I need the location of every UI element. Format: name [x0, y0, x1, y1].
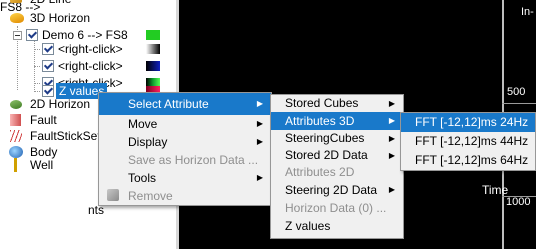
attributes-3d-submenu: FFT [-12,12]ms 24Hz FFT [-12,12]ms 44Hz … — [400, 112, 536, 171]
tree-item-label: 2D Line — [30, 0, 71, 8]
tree-item-2d-line[interactable]: 2D Line — [0, 0, 170, 8]
menu-item-label: FFT [-12,12]ms 64Hz — [415, 153, 529, 167]
menu-item-label: Display — [128, 135, 168, 149]
submenu-arrow-icon: ▶ — [256, 99, 263, 108]
green-color-swatch-icon — [146, 30, 160, 40]
horizon-3d-icon — [10, 13, 24, 23]
menu-item-remove[interactable]: Remove — [99, 187, 271, 205]
menu-item-label: SteeringCubes — [285, 131, 365, 145]
menu-item-fft-24hz[interactable]: FFT [-12,12]ms 24Hz — [401, 113, 535, 132]
submenu-arrow-icon: ▶ — [256, 173, 263, 182]
menu-item-stored-2d-data[interactable]: Stored 2D Data ▶ — [271, 147, 403, 164]
annotation-frame-horizontal — [502, 103, 536, 104]
menu-item-label: Remove — [128, 189, 173, 203]
tree-line — [34, 91, 40, 92]
blue-colorbar-icon — [146, 61, 160, 71]
tree-item-attribute-2[interactable]: <right-click> — [0, 57, 170, 75]
submenu-arrow-icon: ▶ — [388, 134, 395, 143]
submenu-arrow-icon: ▶ — [388, 151, 395, 160]
menu-item-label: Attributes 2D — [285, 165, 355, 179]
menu-item-steering-2d-data[interactable]: Steering 2D Data ▶ — [271, 181, 403, 199]
menu-item-select-attribute[interactable]: Select Attribute ▶ — [99, 93, 271, 115]
menu-item-save-as-horizon-data[interactable]: Save as Horizon Data ... — [99, 151, 271, 169]
menu-item-move[interactable]: Move ▶ — [99, 115, 271, 133]
well-icon — [14, 158, 17, 172]
menu-item-fft-44hz[interactable]: FFT [-12,12]ms 44Hz — [401, 132, 535, 151]
context-menu: Select Attribute ▶ Move ▶ Display ▶ Save… — [98, 92, 272, 206]
menu-item-label: Attributes 3D — [285, 114, 355, 128]
menu-item-label: Steering 2D Data — [285, 183, 378, 197]
menu-item-fft-64hz[interactable]: FFT [-12,12]ms 64Hz — [401, 151, 535, 170]
tree-item-label: Well — [30, 158, 54, 172]
remove-icon — [107, 189, 119, 201]
menu-item-stored-cubes[interactable]: Stored Cubes ▶ — [271, 95, 403, 112]
menu-item-tools[interactable]: Tools ▶ — [99, 169, 271, 187]
tree-item-label: <right-click> — [58, 59, 123, 73]
submenu-arrow-icon: ▶ — [256, 137, 263, 146]
tree-item-label: 3D Horizon — [30, 11, 91, 25]
fault-icon — [10, 114, 21, 126]
tree-item-attribute-1[interactable]: <right-click> — [0, 40, 170, 58]
menu-item-label: Z values — [285, 219, 331, 233]
menu-item-z-values[interactable]: Z values — [271, 217, 403, 235]
tree-line — [34, 66, 40, 67]
menu-item-label: FFT [-12,12]ms 44Hz — [415, 134, 529, 148]
faultstick-icon — [10, 130, 22, 142]
attribute-1-checkbox[interactable] — [42, 43, 54, 55]
submenu-arrow-icon: ▶ — [388, 185, 395, 194]
horizon-2d-icon — [10, 100, 22, 109]
attribute-2-checkbox[interactable] — [42, 60, 54, 72]
submenu-arrow-icon: ▶ — [388, 99, 395, 108]
time-axis-label: Time — [482, 183, 509, 197]
menu-item-attributes-3d[interactable]: Attributes 3D ▶ — [271, 112, 403, 130]
submenu-arrow-icon: ▶ — [256, 119, 263, 128]
menu-item-label: Move — [128, 117, 158, 131]
menu-item-label: Save as Horizon Data ... — [128, 153, 259, 167]
menu-item-label: Tools — [128, 171, 157, 185]
depth-label-1000: 1000 — [506, 196, 531, 208]
select-attribute-submenu: Stored Cubes ▶ Attributes 3D ▶ SteeringC… — [270, 94, 404, 239]
menu-item-display[interactable]: Display ▶ — [99, 133, 271, 151]
menu-item-label: Stored Cubes — [285, 96, 359, 110]
menu-item-horizon-data[interactable]: Horizon Data (0) ... — [271, 199, 403, 217]
tree-line — [34, 49, 40, 50]
inline-axis-label: In- — [521, 6, 534, 18]
line-icon — [10, 0, 22, 3]
collapse-icon[interactable] — [13, 31, 22, 40]
tree-item-3d-horizon[interactable]: 3D Horizon — [0, 9, 170, 27]
grayscale-colorbar-icon — [146, 44, 160, 54]
menu-item-attributes-2d[interactable]: Attributes 2D — [271, 164, 403, 181]
menu-item-steeringcubes[interactable]: SteeringCubes ▶ — [271, 130, 403, 147]
menu-item-label: Horizon Data (0) ... — [285, 201, 387, 215]
menu-item-label: Select Attribute — [128, 97, 209, 111]
depth-label-500: 500 — [507, 86, 526, 98]
submenu-arrow-icon: ▶ — [388, 116, 395, 125]
menu-item-label: Stored 2D Data — [285, 148, 368, 162]
tree-item-label: <right-click> — [58, 42, 123, 56]
menu-item-label: FFT [-12,12]ms 24Hz — [415, 115, 529, 129]
